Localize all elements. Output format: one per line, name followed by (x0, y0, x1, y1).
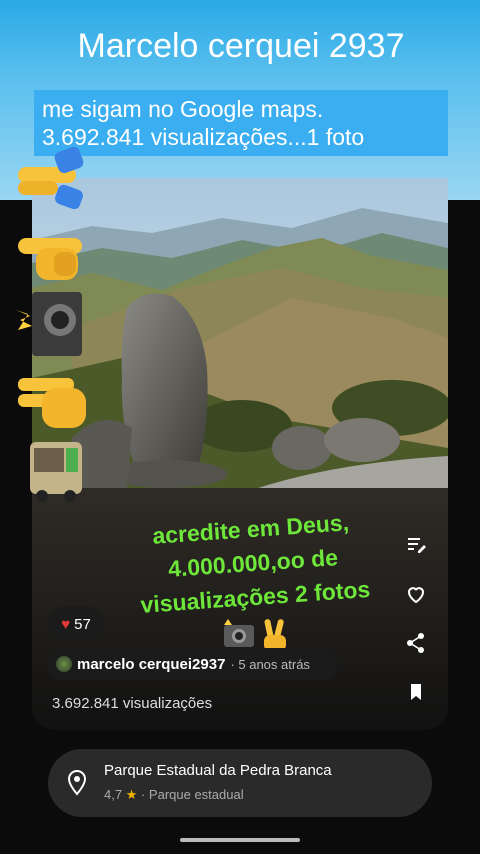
place-meta: 4,7 ★ · Parque estadual (104, 787, 244, 803)
bus-icon (14, 436, 88, 504)
like-count: 57 (74, 615, 91, 633)
review-caption: acredite em Deus, 4.000.000,oo de visual… (115, 503, 391, 624)
like-count-badge[interactable]: ♥ 57 (48, 607, 104, 641)
victory-hand-icon (14, 364, 88, 432)
home-indicator[interactable] (180, 838, 300, 842)
post-time: · 5 anos atrás (230, 656, 310, 672)
edit-review-icon[interactable] (404, 533, 428, 557)
review-photo[interactable] (32, 178, 448, 490)
place-name: Parque Estadual da Pedra Branca (104, 762, 332, 779)
mountain-landscape-image (32, 178, 448, 490)
heart-outline-icon[interactable] (404, 582, 428, 606)
place-category: · Parque estadual (140, 787, 244, 802)
banner-subtitle-line2: 3.692.841 visualizações...1 foto (42, 124, 365, 150)
place-rating: 4,7 (104, 787, 123, 802)
banner-title: Marcelo cerquei 2937 (77, 27, 405, 65)
hands-point-right-icon (14, 145, 88, 213)
banner-subtitle: me sigam no Google maps. 3.692.841 visua… (34, 90, 448, 156)
bookmark-icon[interactable] (404, 680, 428, 704)
author-name: marcelo cerquei2937 (77, 655, 226, 673)
camera-flash-icon (14, 290, 88, 358)
place-card[interactable]: Parque Estadual da Pedra Branca 4,7 ★ · … (48, 749, 432, 817)
backhand-point-right-icon (14, 222, 88, 290)
location-pin-icon (67, 769, 87, 796)
view-count: 3.692.841 visualizações (52, 695, 213, 712)
banner-subtitle-line1: me sigam no Google maps. (42, 96, 324, 122)
avatar (56, 656, 72, 672)
heart-filled-icon: ♥ (61, 615, 71, 633)
star-icon: ★ (125, 787, 138, 802)
share-icon[interactable] (404, 631, 428, 655)
author-chip[interactable]: marcelo cerquei2937 · 5 anos atrás (48, 648, 338, 680)
